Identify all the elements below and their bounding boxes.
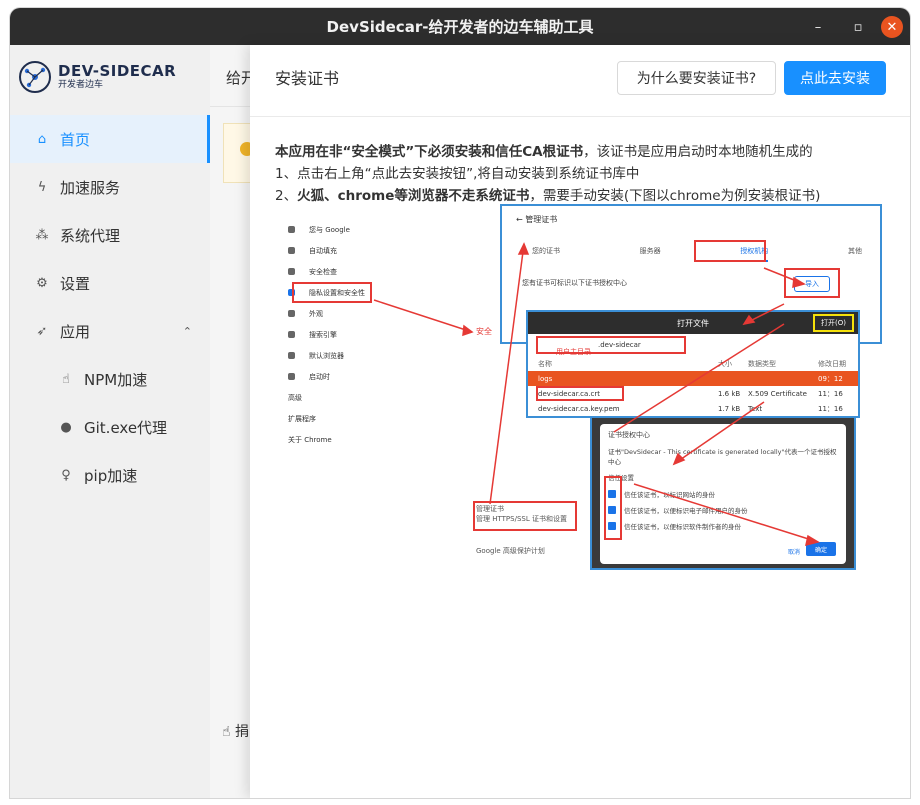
drawer-header: 安装证书 为什么要安装证书? 点此去安装 <box>250 45 910 117</box>
sidebar-item-label: 加速服务 <box>60 178 121 197</box>
gear-icon: ⚙ <box>36 275 48 291</box>
sidebar-item-home[interactable]: ⌂ 首页 <box>10 115 210 163</box>
settings-item: 搜索引擎 <box>284 324 483 345</box>
file-row: logs 09：12 <box>528 371 858 386</box>
install-cert-drawer: 安装证书 为什么要安装证书? 点此去安装 本应用在非“安全模式”下必须安装和信任… <box>250 45 910 798</box>
sidebar-item-pip[interactable]: ♀ pip加速 <box>10 451 210 499</box>
tab-other: 其他 <box>847 247 862 255</box>
security-label: 安全 <box>476 327 492 336</box>
maximize-icon[interactable]: ▫ <box>847 16 869 38</box>
sidebar-item-label: 系统代理 <box>60 226 121 245</box>
trust-option: 信任该证书，以便标识软件制作者的身份 <box>608 518 838 534</box>
desc-line3-prefix: 2、 <box>275 188 298 204</box>
settings-item-privacy: 隐私设置和安全性 <box>284 282 483 303</box>
settings-item: 高级 <box>288 393 302 402</box>
thumbs-up-icon: ☝ <box>62 371 70 387</box>
ca-trust-dialog: 证书授权中心 证书"DevSidecar - This certificate … <box>590 416 856 570</box>
network-icon: ⁂ <box>35 227 49 243</box>
desc-line2: 1、点击右上角“点此去安装按钮”,将自动安装到系统证书库中 <box>275 166 640 182</box>
settings-item: 启动时 <box>284 366 483 387</box>
sidebar-item-npm[interactable]: ☝ NPM加速 <box>10 355 210 403</box>
chevron-up-icon: ⌃ <box>182 324 192 338</box>
drawer-title: 安装证书 <box>275 69 340 88</box>
home-icon: ⌂ <box>37 131 47 147</box>
settings-item: 默认浏览器 <box>284 345 483 366</box>
file-path-bar: .dev-sidecar 用户主目录 <box>528 334 858 356</box>
settings-item: 您与 Google <box>284 219 483 240</box>
file-row: dev-sidecar.ca.key.pem 1.7 kB Text 11：16 <box>538 404 843 413</box>
why-install-button[interactable]: 为什么要安装证书? <box>617 61 776 95</box>
sidebar-item-apps[interactable]: ➶ 应用 ⌃ <box>10 307 210 355</box>
notice-card <box>223 123 254 183</box>
chrome-settings-panel: 您与 Google 自动填充 安全检查 隐私设置和安全性 外观 搜索引擎 默认浏… <box>284 219 484 559</box>
cert-desc: 您有证书可标识以下证书授权中心 <box>522 279 627 287</box>
sidebar: DEV-SIDECAR 开发者边车 ⌂ 首页 ϟ 加速服务 ⁂ 系统代理 ⚙ 设… <box>10 45 210 798</box>
file-list-header: 名称 大小 数据类型 修改日期 <box>538 359 846 368</box>
chrome-cert-guide-image: 您与 Google 自动填充 安全检查 隐私设置和安全性 外观 搜索引擎 默认浏… <box>284 204 884 574</box>
ca-cancel: 取消 <box>787 549 800 556</box>
manage-cert-entry: 管理证书 管理 HTTPS/SSL 证书和设置 <box>473 501 577 531</box>
settings-item: 自动填充 <box>284 240 483 261</box>
bulb-icon: ♀ <box>61 467 71 483</box>
logo-subtitle: 开发者边车 <box>58 80 104 90</box>
logo-icon <box>19 61 51 93</box>
sidebar-item-proxy[interactable]: ⁂ 系统代理 <box>10 211 210 259</box>
cert-manager-title: ← 管理证书 <box>516 215 558 224</box>
github-icon: ● <box>60 419 72 435</box>
title-bar: DevSidecar-给开发者的边车辅助工具 – ▫ ✕ <box>10 8 910 45</box>
thumbs-up-icon: ☝ <box>222 724 231 740</box>
sidebar-item-git[interactable]: ● Git.exe代理 <box>10 403 210 451</box>
tab-servers: 服务器 <box>639 247 661 255</box>
tab-your-certs: 您的证书 <box>532 247 560 255</box>
app-logo: DEV-SIDECAR 开发者边车 <box>18 55 178 99</box>
settings-item: 安全检查 <box>284 261 483 282</box>
desc-line3-rest: ，需要手动安装(下图以chrome为例安装根证书) <box>529 188 821 204</box>
trust-option: 信任该证书，以标识网站的身份 <box>608 486 838 502</box>
trust-label: 信任设置 <box>608 474 634 482</box>
open-button: 打开(O) <box>813 314 854 332</box>
sidebar-item-label: 应用 <box>60 322 91 341</box>
desc-line1-bold: 本应用在非“安全模式”下必须安装和信任CA根证书 <box>275 144 584 160</box>
rocket-icon: ➶ <box>36 323 48 339</box>
settings-item: 外观 <box>284 303 483 324</box>
donate-label: 捐 <box>234 724 249 740</box>
minimize-icon[interactable]: – <box>807 16 829 38</box>
sidebar-item-acceleration[interactable]: ϟ 加速服务 <box>10 163 210 211</box>
sidebar-item-label: pip加速 <box>84 466 138 485</box>
app-window: DevSidecar-给开发者的边车辅助工具 – ▫ ✕ DEV-SIDECAR… <box>10 8 910 798</box>
logo-title: DEV-SIDECAR <box>58 62 177 80</box>
google-protect: Google 高级保护计划 <box>476 547 545 555</box>
sidebar-item-label: NPM加速 <box>84 370 148 389</box>
settings-item: 关于 Chrome <box>288 435 332 444</box>
sidebar-item-label: 首页 <box>60 130 91 149</box>
ca-ok: 确定 <box>806 542 836 556</box>
desc-line3-bold: 火狐、chrome等浏览器不走系统证书 <box>297 188 530 204</box>
sidebar-item-label: 设置 <box>60 274 91 293</box>
lightning-icon: ϟ <box>37 179 47 195</box>
trust-option: 信任该证书，以便标识电子邮件用户的身份 <box>608 502 838 518</box>
file-dialog-title: 打开文件 <box>528 312 858 334</box>
sidebar-item-settings[interactable]: ⚙ 设置 <box>10 259 210 307</box>
open-file-dialog: 打开文件 打开(O) .dev-sidecar 用户主目录 名称 大小 数据类型 修改… <box>526 310 860 418</box>
ca-dialog-desc: 证书"DevSidecar - This certificate is gene… <box>608 448 837 466</box>
desc-line1-rest: ，该证书是应用启动时本地随机生成的 <box>583 144 813 160</box>
sidebar-item-label: Git.exe代理 <box>84 418 168 437</box>
install-button[interactable]: 点此去安装 <box>784 61 886 95</box>
sidebar-nav: ⌂ 首页 ϟ 加速服务 ⁂ 系统代理 ⚙ 设置 ➶ 应用 ⌃ ☝ NPM加速 ●… <box>10 115 210 499</box>
file-row-crt: dev-sidecar.ca.crt 1.6 kB X.509 Certificat… <box>528 386 858 401</box>
install-description: 本应用在非“安全模式”下必须安装和信任CA根证书，该证书是应用启动时本地随机生成… <box>275 141 820 207</box>
close-icon[interactable]: ✕ <box>881 16 903 38</box>
settings-item: 扩展程序 <box>288 414 316 423</box>
ca-dialog-title: 证书授权中心 <box>608 431 650 439</box>
window-title: DevSidecar-给开发者的边车辅助工具 <box>326 18 594 36</box>
